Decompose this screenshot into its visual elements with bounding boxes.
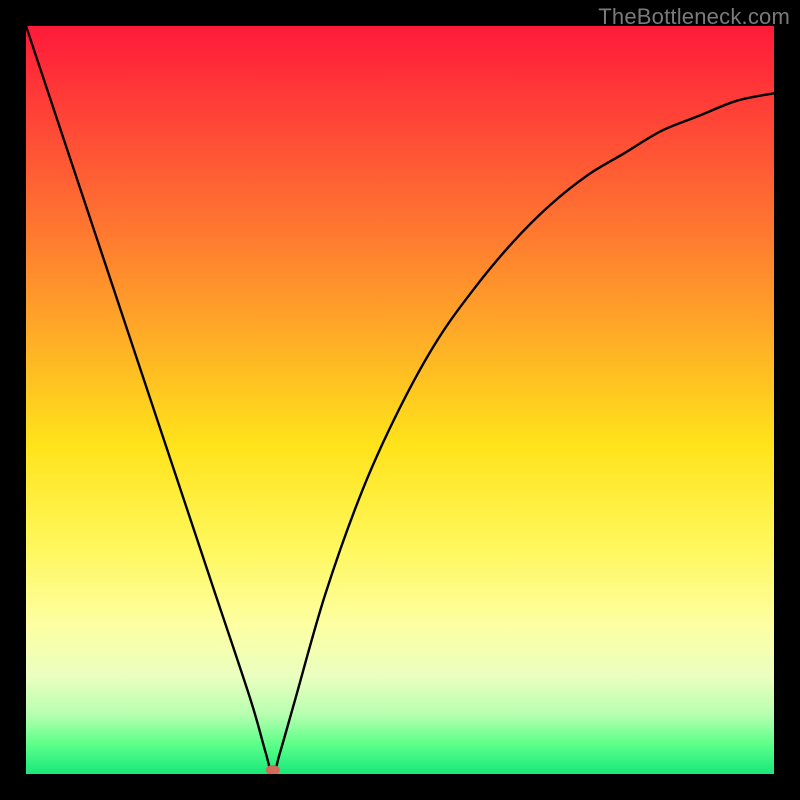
chart-frame: TheBottleneck.com — [0, 0, 800, 800]
watermark-text: TheBottleneck.com — [598, 4, 790, 30]
plot-area — [26, 26, 774, 774]
minimum-marker — [266, 765, 280, 774]
curve-svg — [26, 26, 774, 774]
bottleneck-curve — [26, 26, 774, 774]
